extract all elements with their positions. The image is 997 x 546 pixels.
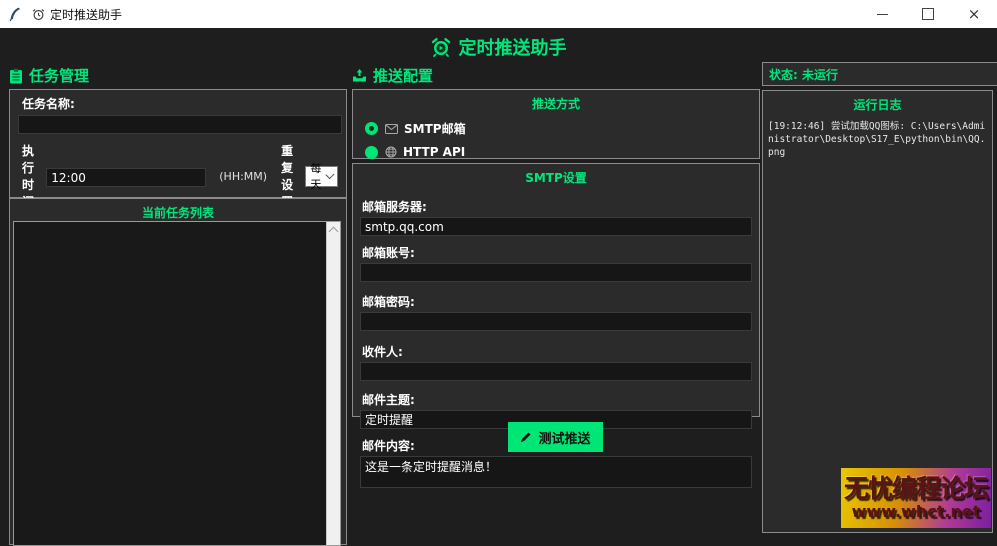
push-panel-header: 推送配置 [352,65,433,86]
smtp-account-input[interactable] [360,263,752,282]
push-method-group: 推送方式 SMTP邮箱 HTTP API [352,89,760,159]
app-heading: 定时推送助手 [0,34,997,60]
window-title: 定时推送助手 [50,6,122,23]
app-heading-text: 定时推送助手 [459,34,567,60]
globe-icon [385,146,397,158]
task-name-input[interactable] [18,115,342,134]
maximize-icon [922,8,934,20]
task-form-group: 任务名称: 执行时间: (HH:MM) 重复设置: 每天 + 添加 [9,89,347,198]
log-group: 运行日志 [19:12:46] 尝试加载QQ图标: C:\Users\Admin… [762,90,993,533]
pencil-icon [520,431,532,443]
alarm-clock-icon [431,37,451,57]
status-badge: 状态: 未运行 [762,62,997,86]
radio-smtp-label: SMTP邮箱 [404,120,466,137]
clipboard-icon [9,68,23,84]
test-push-label: 测试推送 [538,428,590,447]
smtp-password-input[interactable] [360,312,752,331]
smtp-server-label: 邮箱服务器: [360,198,752,215]
radio-option-http[interactable]: HTTP API [365,145,759,159]
app-window: { "window": { "title": "定时推送助手", "contro… [0,0,997,534]
outbox-icon [352,68,367,83]
test-push-button[interactable]: 测试推送 [508,422,603,452]
titlebar: 定时推送助手 × [0,0,997,28]
mail-subject-label: 邮件主题: [360,391,752,408]
smtp-account-label: 邮箱账号: [360,244,752,261]
mail-content-textarea[interactable]: 这是一条定时提醒消息！ [360,456,752,488]
smtp-password-label: 邮箱密码: [360,293,752,310]
time-input[interactable] [46,168,206,187]
app-feather-icon [8,7,21,22]
task-list-group: 当前任务列表 [9,198,347,545]
smtp-settings-group: SMTP设置 邮箱服务器: 邮箱账号: 邮箱密码: 收件人: 邮件主题: 邮件内… [352,163,760,417]
watermark-url: www.whct.net [852,504,981,520]
radio-http-label: HTTP API [403,145,465,159]
maximize-button[interactable] [905,0,951,28]
minimize-button[interactable] [859,0,905,28]
radio-selected-icon [365,122,378,135]
log-output[interactable]: [19:12:46] 尝试加载QQ图标: C:\Users\Administra… [768,120,987,159]
time-format-hint: (HH:MM) [219,170,267,183]
smtp-server-input[interactable] [360,217,752,236]
window-controls: × [859,0,997,28]
repeat-select[interactable]: 每天 [305,166,338,187]
main-area: 定时推送助手 任务管理 任务名称: 执行时间: (HH:MM) 重复设置: 每天… [0,28,997,534]
status-text: 状态: 未运行 [769,66,838,83]
task-panel-header: 任务管理 [9,65,89,86]
chevron-down-icon [326,170,335,179]
close-icon: × [968,7,981,22]
task-name-label: 任务名称: [18,95,338,112]
close-button[interactable]: × [951,0,997,28]
scroll-up-icon [329,227,339,237]
log-title: 运行日志 [763,91,992,113]
radio-unselected-icon [365,146,378,159]
watermark-logo: 无忧编程论坛 www.whct.net [841,468,991,528]
recipient-input[interactable] [360,362,752,381]
minimize-icon [877,14,888,15]
task-panel-header-text: 任务管理 [29,65,89,86]
task-list-scrollbar[interactable] [326,222,340,545]
recipient-label: 收件人: [360,343,752,360]
push-method-title: 推送方式 [353,90,759,112]
titlebar-clock-icon [32,8,45,21]
watermark-title: 无忧编程论坛 [844,476,988,501]
smtp-settings-title: SMTP设置 [353,164,759,186]
task-listbox[interactable] [13,221,341,546]
radio-option-smtp[interactable]: SMTP邮箱 [365,120,759,137]
envelope-icon [385,124,398,134]
repeat-select-value: 每天 [310,160,327,192]
push-panel-header-text: 推送配置 [373,65,433,86]
task-list-title: 当前任务列表 [10,199,346,221]
